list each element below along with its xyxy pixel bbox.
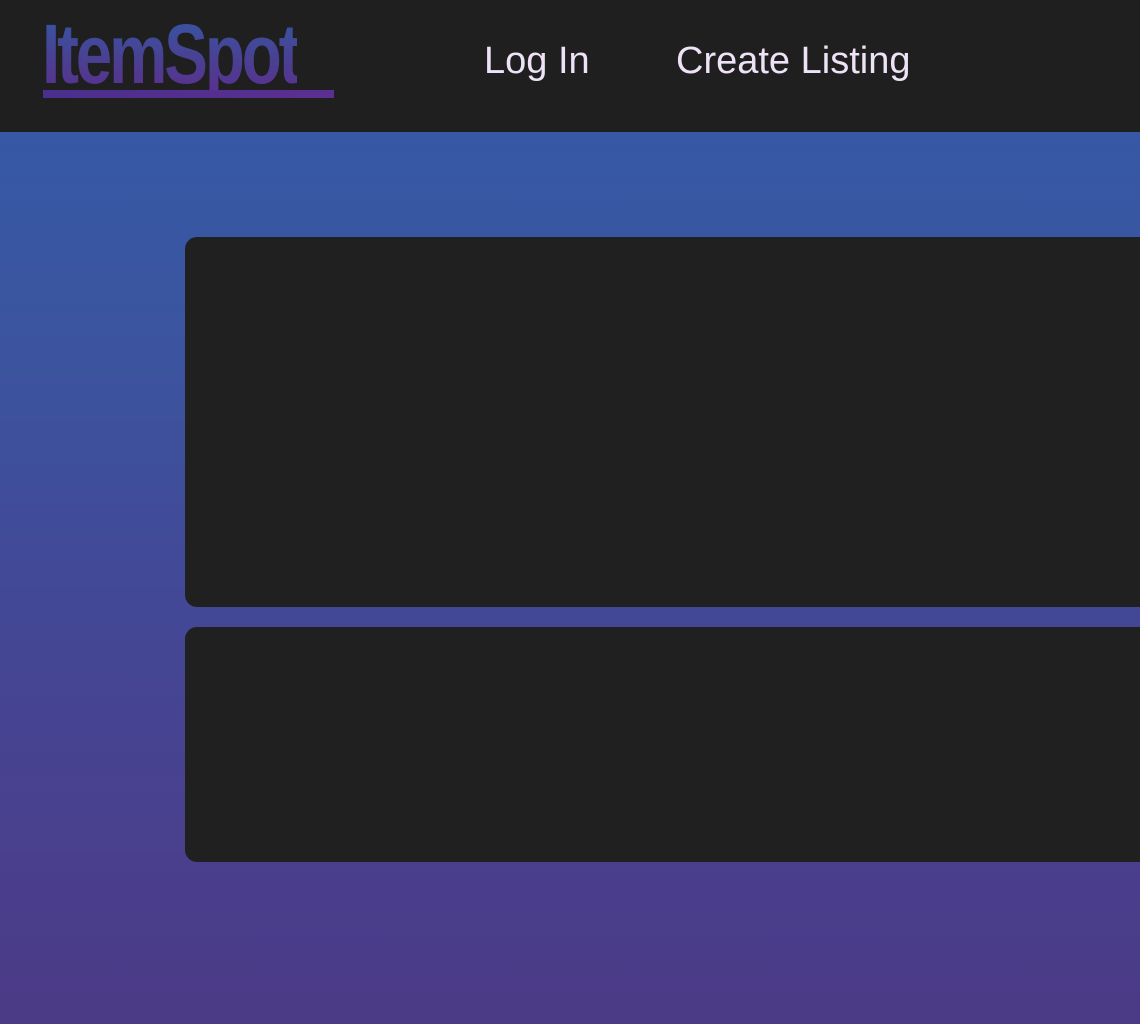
create-listing-link[interactable]: Create Listing xyxy=(676,39,910,83)
top-navigation-bar: ItemSpot Log In Create Listing xyxy=(0,0,1140,132)
logo-underline xyxy=(43,90,334,98)
itemspot-logo-link[interactable]: ItemSpot xyxy=(42,7,369,101)
listing-card-secondary xyxy=(185,627,1140,862)
main-content-area xyxy=(0,132,1140,1024)
login-link[interactable]: Log In xyxy=(484,39,590,83)
listing-card-primary xyxy=(185,237,1140,607)
itemspot-logo-text: ItemSpot xyxy=(42,7,300,101)
